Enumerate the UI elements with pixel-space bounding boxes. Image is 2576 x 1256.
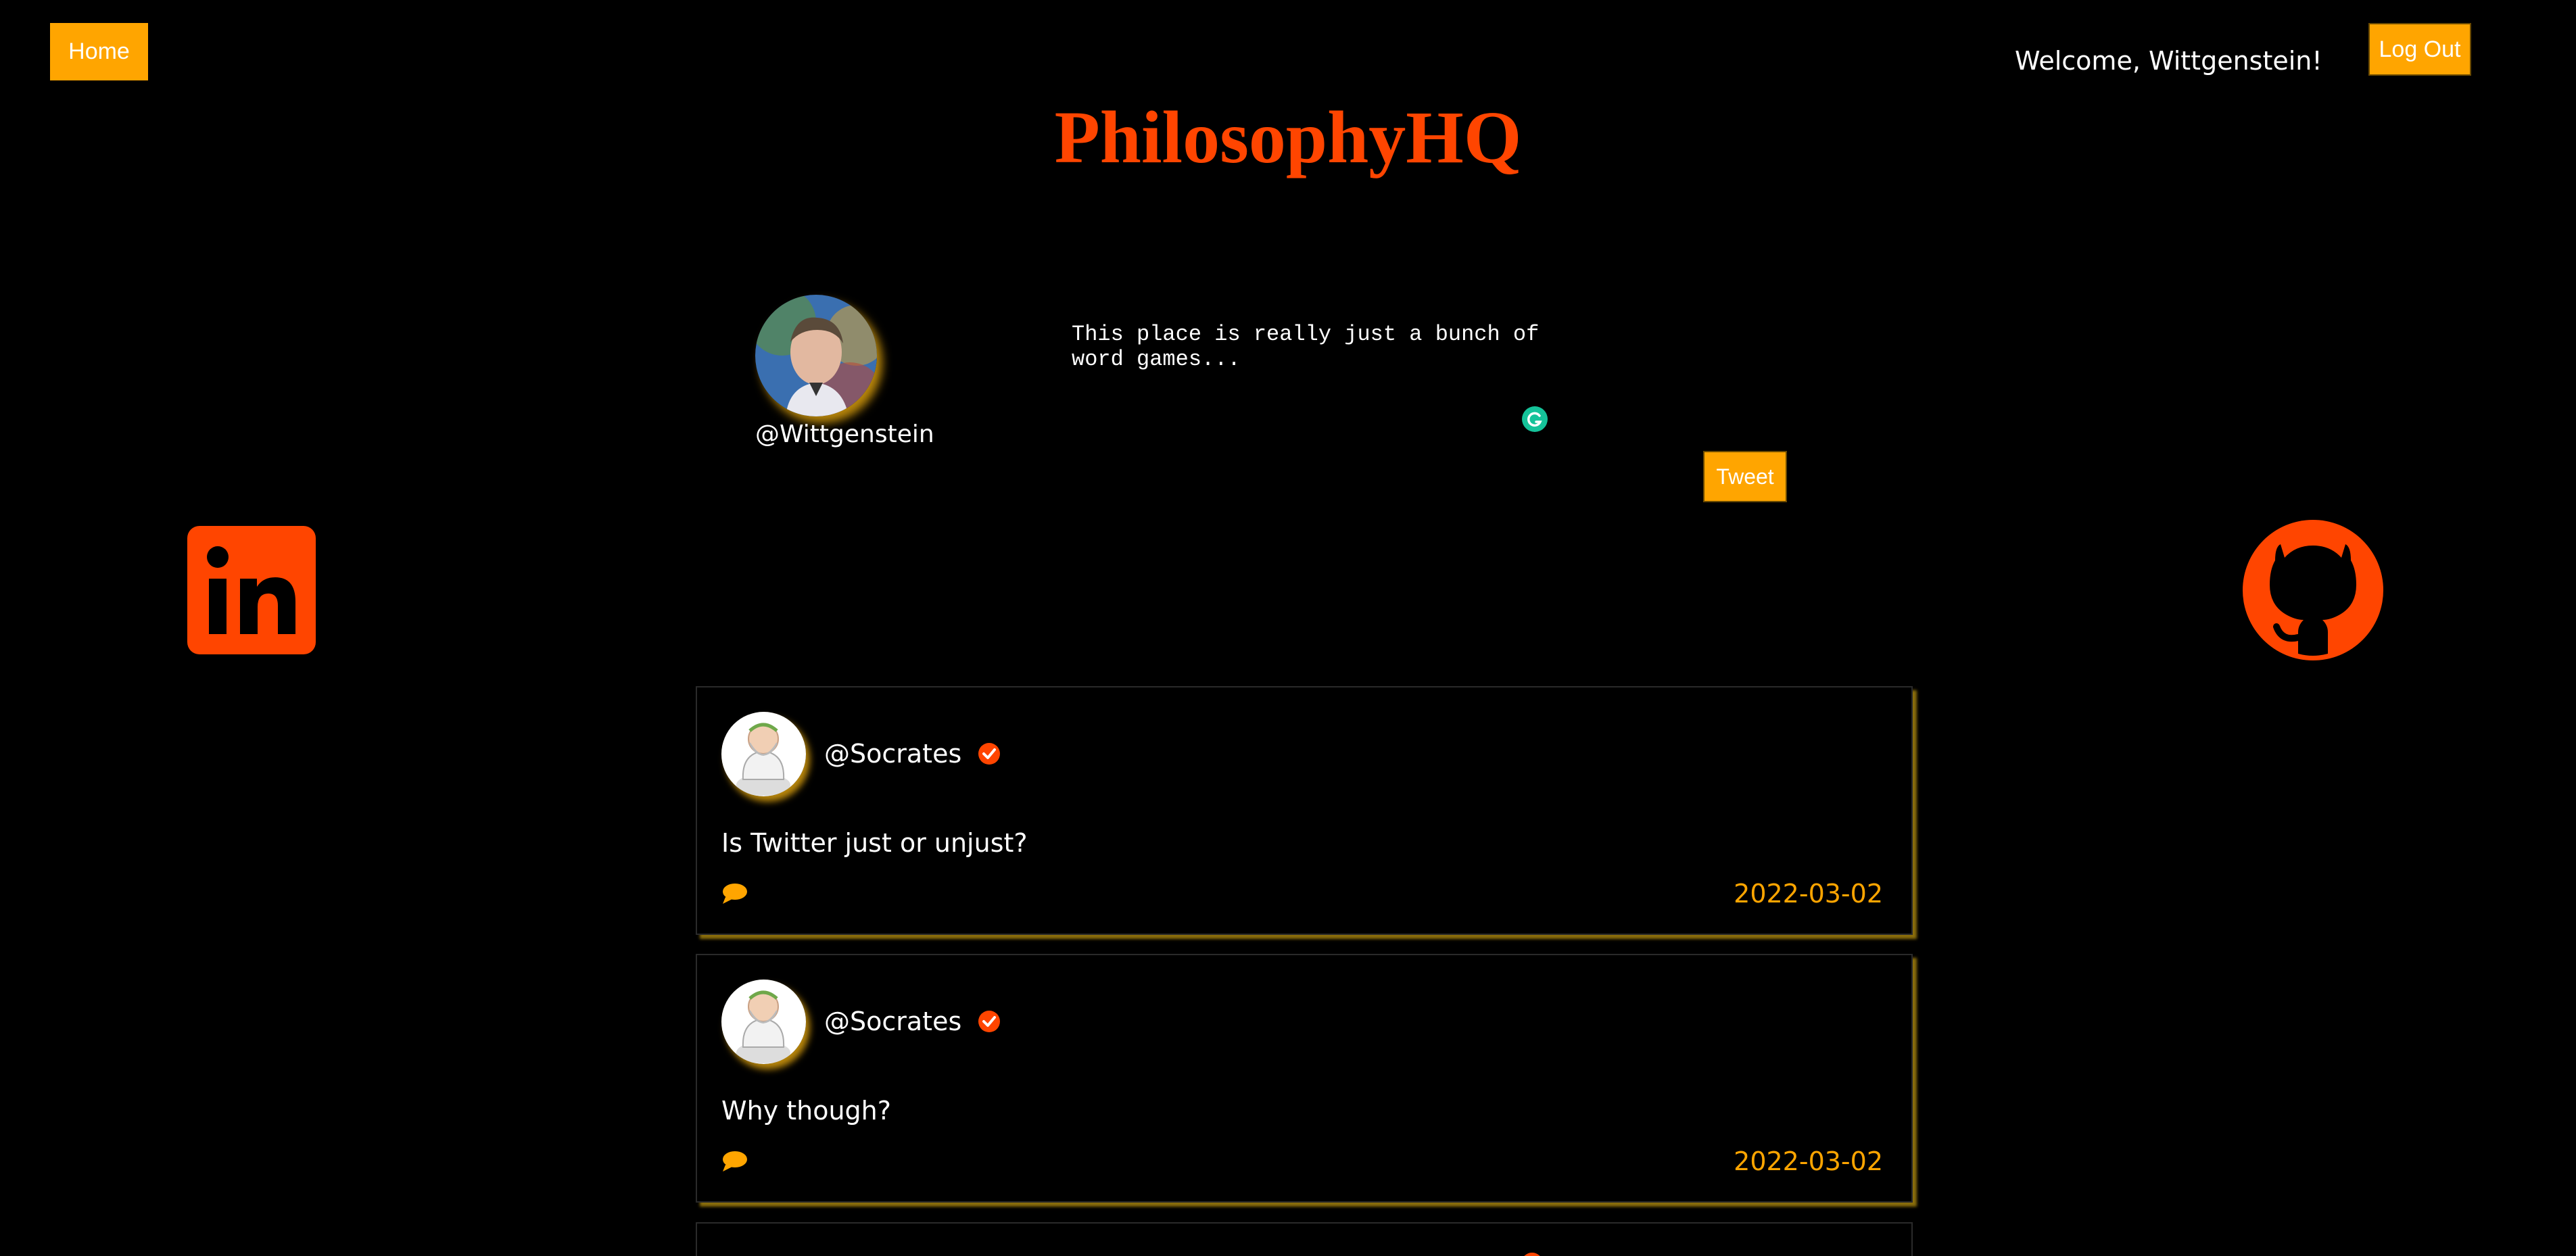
linkedin-link[interactable] [187,526,316,654]
verified-icon [978,1010,1001,1032]
user-handle: @Wittgenstein [755,420,934,448]
tweet-button[interactable]: Tweet [1703,451,1787,502]
author-avatar[interactable] [721,980,806,1064]
tweet-date: 2022-03-02 [1734,1146,1883,1176]
tweet-card: @Socrates Why though? 2022-03-02 [696,954,1913,1203]
socrates-avatar-icon [721,980,806,1064]
site-title: PhilosophyHQ [1054,96,1522,178]
author-handle-text: @Socrates [824,739,962,769]
linkedin-icon [187,526,316,654]
comment-icon[interactable] [721,882,748,905]
author-handle-text: @Socrates [824,1007,962,1036]
github-link[interactable] [2241,518,2385,662]
comment-icon[interactable] [721,1150,748,1173]
portrait-avatar-icon [755,295,877,416]
welcome-message: Welcome, Wittgenstein! [2015,46,2322,76]
tweet-input[interactable] [1072,322,1558,423]
socrates-avatar-icon [721,712,806,796]
grammarly-icon[interactable] [1521,406,1548,433]
tweet-text: Is Twitter just or unjust? [721,828,1028,858]
tweet-text: Why though? [721,1096,891,1126]
user-avatar [755,295,877,416]
logout-button[interactable]: Log Out [2368,23,2471,76]
author-avatar[interactable] [721,712,806,796]
tweet-card-partial [696,1222,1913,1256]
tweet-card: @Socrates Is Twitter just or unjust? 202… [696,686,1913,935]
author-handle[interactable]: @Socrates [824,739,1001,769]
author-handle[interactable]: @Socrates [824,1007,1001,1036]
tweet-date: 2022-03-02 [1734,879,1883,909]
verified-icon [978,742,1001,765]
verified-icon [1524,1253,1540,1256]
home-button[interactable]: Home [50,23,148,80]
github-icon [2243,520,2383,660]
page-root: Home Welcome, Wittgenstein! Log Out Phil… [0,0,2576,1256]
